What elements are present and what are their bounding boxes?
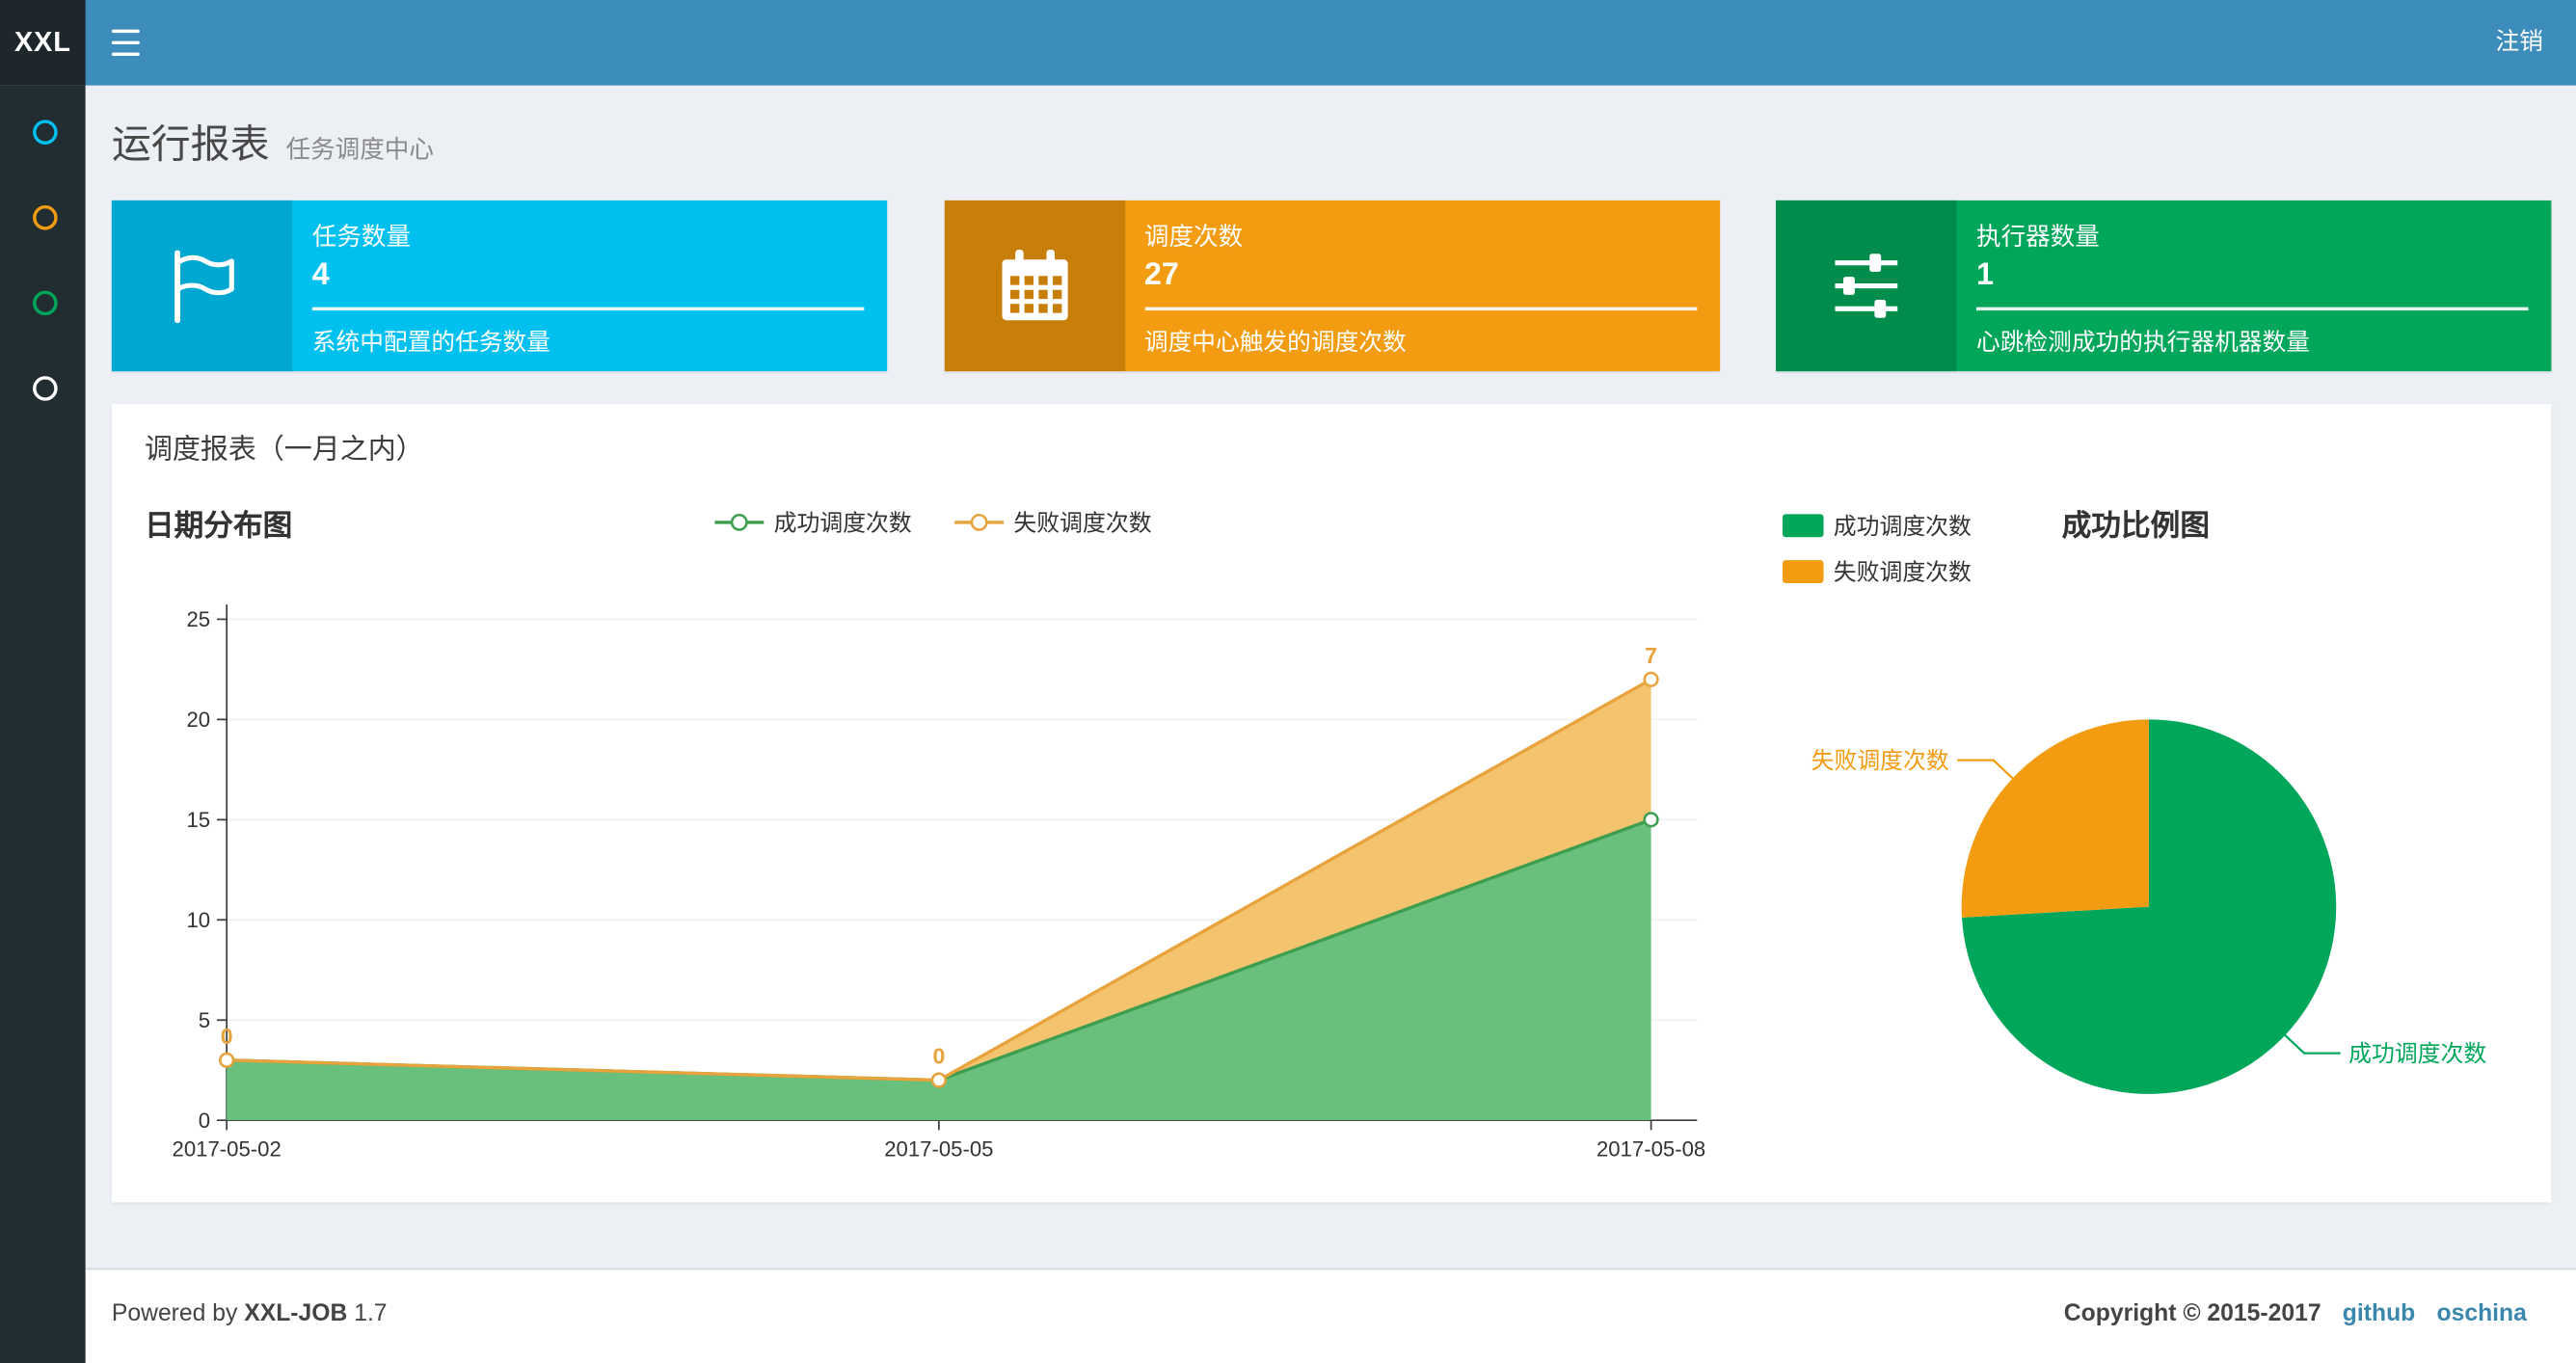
calendar-icon — [943, 200, 1125, 372]
pie-chart-title: 成功比例图 — [2061, 509, 2210, 543]
info-box-value: 27 — [1143, 257, 1179, 293]
success-ratio-pie-chart[interactable]: 成功调度次数 失败调度次数 — [1755, 634, 2543, 1176]
pie-slice-1 — [1961, 719, 2149, 918]
powered-by: Powered by XXL-JOB 1.7 — [111, 1300, 388, 1327]
info-box-title: 执行器数量 — [1976, 223, 2100, 252]
info-box-desc: 调度中心触发的调度次数 — [1143, 330, 1407, 357]
sidebar-toggle-button[interactable] — [86, 0, 165, 86]
info-box-triggers: 调度次数 27 调度中心触发的调度次数 — [943, 200, 1720, 372]
failure-point — [930, 1072, 947, 1088]
info-box-title: 任务数量 — [311, 223, 412, 252]
line-chart-legend: 成功调度次数 失败调度次数 — [714, 506, 1152, 539]
pie-legend-item-1[interactable]: 失败调度次数 — [1782, 555, 1972, 588]
app-logo[interactable]: XXL — [0, 0, 86, 86]
sidebar-item-2[interactable] — [33, 205, 58, 230]
line-legend-icon — [954, 513, 1005, 531]
point-label: 0 — [221, 1024, 233, 1049]
y-tick-label: 0 — [199, 1109, 210, 1133]
top-navbar: XXL 注销 — [0, 0, 2576, 86]
pie-slice-label: 失败调度次数 — [1811, 748, 1949, 774]
x-tick-label: 2017-05-02 — [173, 1137, 282, 1160]
x-tick-label: 2017-05-08 — [1597, 1137, 1705, 1160]
pie-label-leader — [2284, 1034, 2341, 1055]
sidebar-item-1[interactable] — [33, 120, 58, 145]
sidebar — [0, 85, 86, 1363]
line-chart-title: 日期分布图 — [144, 509, 293, 543]
y-tick-label: 10 — [186, 908, 210, 932]
copyright-text: Copyright © 2015-2017 — [2063, 1300, 2321, 1327]
info-box-executors: 执行器数量 1 心跳检测成功的执行器机器数量 — [1776, 200, 2552, 372]
line-legend-icon — [714, 513, 765, 531]
flag-icon — [111, 200, 293, 372]
info-box-value: 1 — [1976, 257, 1995, 293]
y-tick-label: 20 — [186, 708, 210, 732]
app-root: XXL 注销 运行报表 任务调度中心 任务数量 4 系统中配置的任务数量 调度次… — [0, 0, 2576, 1363]
y-tick-label: 15 — [186, 808, 210, 832]
hamburger-icon — [111, 29, 139, 34]
failure-point — [219, 1052, 235, 1068]
info-box-jobs: 任务数量 4 系统中配置的任务数量 — [111, 200, 888, 372]
line-legend-item-0[interactable]: 成功调度次数 — [714, 506, 912, 539]
line-legend-item-1[interactable]: 失败调度次数 — [954, 506, 1152, 539]
page-header: 运行报表 任务调度中心 — [112, 112, 434, 170]
schedule-report-panel: 调度报表（一月之内） 日期分布图 成功调度次数 失败调度次数 0 5 10 15 20 25… — [111, 404, 2552, 1203]
sidebar-item-3[interactable] — [33, 290, 58, 316]
pie-legend-item-0[interactable]: 成功调度次数 — [1782, 509, 1972, 542]
info-box-value: 4 — [311, 257, 330, 293]
failure-point — [1643, 671, 1659, 687]
footer: Powered by XXL-JOB 1.7 Copyright © 2015-… — [85, 1268, 2576, 1363]
divider — [1143, 307, 1697, 311]
copyright: Copyright © 2015-2017 github oschina — [2064, 1301, 2527, 1327]
pie-legend-swatch — [1782, 560, 1824, 583]
y-tick-label: 5 — [199, 1008, 210, 1032]
date-distribution-chart[interactable]: 05101520252017-05-02 2017-05-05 2017-05-08… — [161, 585, 1722, 1160]
logout-link[interactable]: 注销 — [2462, 0, 2576, 86]
pie-slice-label: 成功调度次数 — [2348, 1041, 2486, 1067]
divider — [1976, 307, 2529, 311]
x-tick-label: 2017-05-05 — [884, 1137, 993, 1160]
pie-label-leader — [1957, 759, 2014, 780]
point-label: 0 — [932, 1044, 945, 1069]
success-point — [1643, 812, 1659, 828]
sliders-icon — [1776, 200, 1957, 372]
point-label: 7 — [1645, 643, 1657, 668]
info-box-desc: 系统中配置的任务数量 — [311, 330, 550, 357]
page-title: 运行报表 — [111, 122, 270, 168]
github-link[interactable]: github — [2343, 1301, 2415, 1327]
panel-title: 调度报表（一月之内） — [144, 433, 424, 466]
y-tick-label: 25 — [186, 607, 210, 631]
oschina-link[interactable]: oschina — [2436, 1301, 2526, 1327]
pie-legend-swatch — [1782, 514, 1824, 538]
divider — [311, 307, 865, 311]
sidebar-item-4[interactable] — [33, 376, 58, 401]
info-box-title: 调度次数 — [1143, 223, 1244, 252]
info-box-desc: 心跳检测成功的执行器机器数量 — [1976, 330, 2310, 357]
product-version: 1.7 — [354, 1300, 388, 1327]
pie-chart-legend: 成功调度次数 失败调度次数 — [1782, 509, 1972, 588]
page-subtitle: 任务调度中心 — [285, 136, 434, 165]
product-name: XXL-JOB — [244, 1300, 348, 1327]
